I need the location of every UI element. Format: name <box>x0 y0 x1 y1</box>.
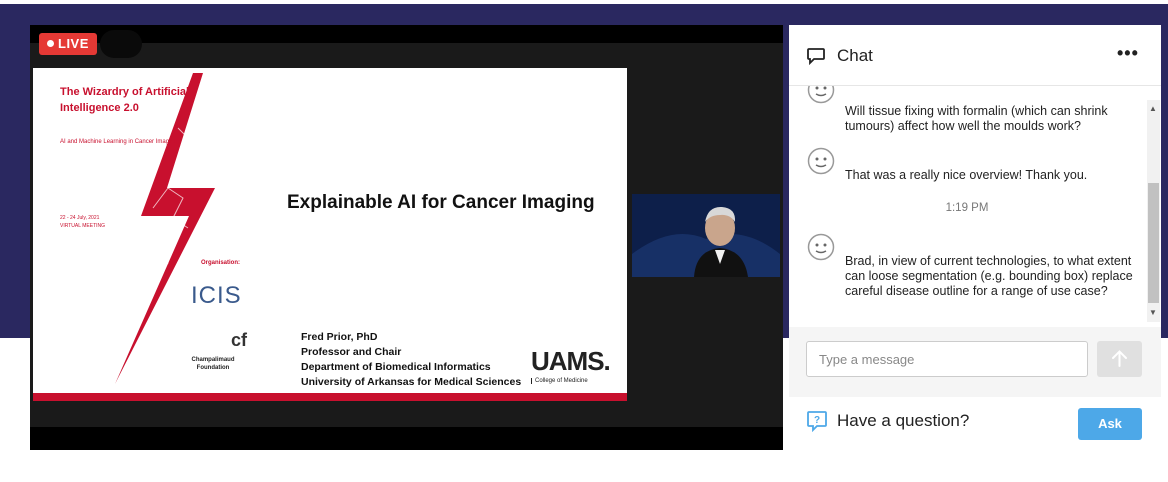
question-label: Have a question? <box>837 411 970 430</box>
arrow-up-icon <box>1112 350 1127 367</box>
slide-event-subtitle: AI and Machine Learning in Cancer Imagin… <box>60 139 178 145</box>
ask-button[interactable]: Ask <box>1078 408 1142 440</box>
slide-dates: 22 - 24 July, 2021 <box>60 215 100 221</box>
chat-message: Will tissue fixing with formalin (which … <box>845 104 1108 133</box>
send-button[interactable] <box>1097 341 1142 377</box>
live-label: LIVE <box>58 36 89 51</box>
avatar-icon <box>807 86 835 104</box>
speaker-line: University of Arkansas for Medical Scien… <box>301 376 522 388</box>
uams-logo: UAMS. <box>531 346 611 376</box>
scroll-down-icon[interactable]: ▼ <box>1149 308 1157 317</box>
ellipsis-icon[interactable]: ••• <box>1117 43 1139 64</box>
chat-timestamp: 1:19 PM <box>945 202 989 214</box>
speaker-webcam <box>632 194 780 277</box>
speaker-line: Fred Prior, PhD <box>301 331 378 343</box>
svg-text:?: ? <box>814 415 820 426</box>
icis-logo: ICIS <box>191 282 242 309</box>
uams-subtitle: College of Medicine <box>531 378 588 384</box>
avatar-icon <box>807 147 835 175</box>
redaction-mark <box>100 30 142 58</box>
avatar-icon <box>807 233 835 261</box>
scroll-up-icon[interactable]: ▲ <box>1149 104 1157 113</box>
chat-message-list[interactable]: Will tissue fixing with formalin (which … <box>789 86 1145 338</box>
slide-event-title: The Wizardry of Artificial Intelligence … <box>60 86 190 114</box>
chat-scrollbar-thumb[interactable] <box>1148 183 1159 303</box>
speaker-line: Department of Biomedical Informatics <box>301 361 491 373</box>
top-strip <box>0 0 1168 4</box>
speaker-line: Professor and Chair <box>301 346 402 358</box>
chat-message: Brad, in view of current technologies, t… <box>845 254 1133 298</box>
chat-header: Chat ••• <box>789 25 1161 86</box>
chat-message: That was a really nice overview! Thank y… <box>845 168 1088 182</box>
slide-footer-bar <box>33 393 627 401</box>
live-dot-icon <box>47 40 54 47</box>
chat-title: Chat <box>837 46 873 65</box>
message-input[interactable] <box>806 341 1088 377</box>
slide-speaker-block: Fred Prior, PhD Professor and Chair Depa… <box>301 330 521 390</box>
speaker-person-icon <box>632 194 780 277</box>
chat-bubble-icon <box>807 48 825 66</box>
live-badge: LIVE <box>39 33 97 55</box>
slide-organisation-label: Organisation: <box>201 260 241 266</box>
slide-talk-title: Explainable AI for Cancer Imaging <box>287 192 595 213</box>
presentation-slide: The Wizardry of Artificial Intelligence … <box>33 68 627 401</box>
slide-event-dates: 22 - 24 July, 2021 VIRTUAL MEETING <box>60 214 180 230</box>
slide-mode: VIRTUAL MEETING <box>60 223 106 229</box>
question-bubble-icon: ? <box>807 411 827 432</box>
chat-panel: Chat ••• Will tissue fixing with formali… <box>789 25 1161 338</box>
champalimaud-label: Champalimaud Foundation <box>191 357 235 371</box>
champalimaud-logo-icon: cf <box>231 330 248 350</box>
